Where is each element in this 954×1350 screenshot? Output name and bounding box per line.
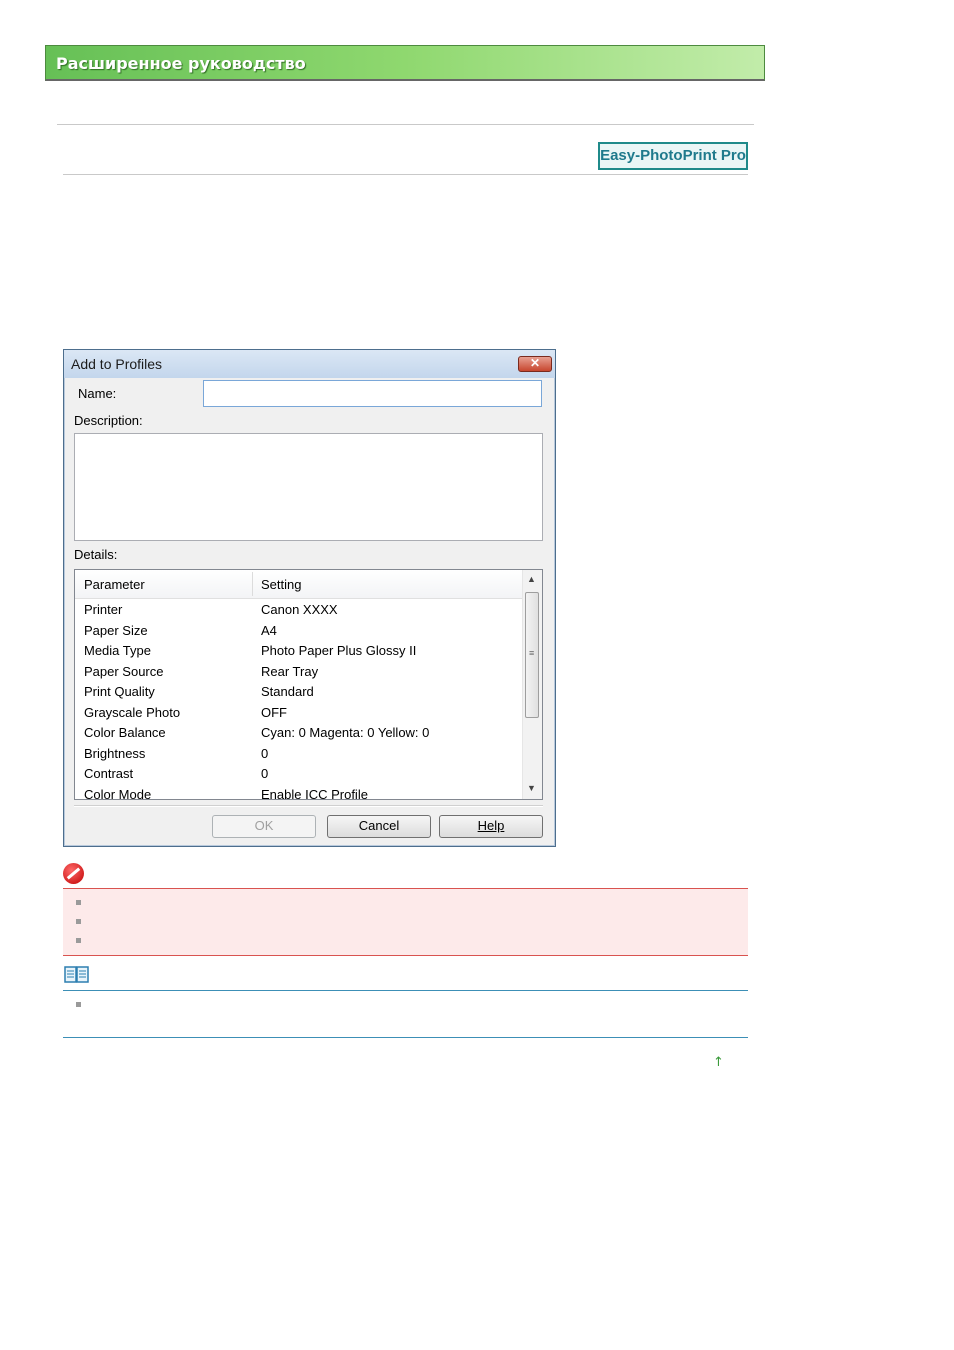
table-row[interactable]: Contrast 0 [75, 765, 522, 786]
note-rule-top [63, 990, 748, 991]
parameter-cell: Color Balance [84, 725, 166, 740]
description-label: Description: [74, 413, 143, 428]
parameter-cell: Printer [84, 602, 123, 617]
details-column-headers: Parameter Setting [75, 570, 522, 599]
table-row[interactable]: Brightness 0 [75, 745, 522, 766]
parameter-cell: Paper Size [84, 622, 148, 638]
note-book-icon [64, 966, 90, 984]
setting-cell: Standard [261, 684, 314, 699]
note-bullet [76, 1002, 81, 1007]
setting-cell: OFF [261, 704, 287, 720]
divider-top [57, 124, 754, 125]
parameter-cell: Color Mode [84, 786, 152, 800]
grip-icon: ≡ [529, 648, 535, 658]
setting-cell: 0 [261, 745, 269, 761]
divider-under-badge [63, 174, 748, 175]
note-rule-bottom [63, 1037, 748, 1038]
table-row[interactable]: Media Type Photo Paper Plus Glossy II [75, 642, 522, 663]
details-scrollbar[interactable]: ▲ ≡ ▼ [522, 570, 542, 799]
parameter-cell: Print Quality [84, 684, 155, 699]
cancel-button[interactable]: Cancel [327, 815, 431, 838]
parameter-cell: Grayscale Photo [84, 704, 181, 720]
parameter-cell: Paper Source [84, 663, 164, 679]
caution-icon [63, 863, 84, 884]
description-textarea[interactable] [74, 433, 543, 541]
caution-bullet [76, 919, 81, 924]
scroll-down-icon[interactable]: ▼ [527, 783, 536, 793]
name-input[interactable] [203, 380, 542, 407]
setting-cell: A4 [261, 622, 277, 638]
manual-header-bar: Расширенное руководство [45, 45, 765, 81]
manual-title: Расширенное руководство [56, 54, 306, 73]
ok-button[interactable]: OK [212, 815, 316, 838]
setting-cell: Enable ICC Profile [261, 786, 368, 800]
table-row[interactable]: Color Mode Enable ICC Profile [75, 786, 522, 800]
parameter-cell: Contrast [84, 766, 134, 781]
details-rows: Printer Canon XXXX Paper Size A4 Media Typ… [75, 601, 522, 800]
details-list[interactable]: Parameter Setting Printer Canon XXXX Pape… [74, 569, 543, 800]
table-row[interactable]: Paper Source Rear Tray [75, 663, 522, 684]
caution-bullet [76, 900, 81, 905]
column-divider[interactable] [252, 572, 253, 596]
column-header-parameter[interactable]: Parameter [84, 577, 145, 592]
help-button[interactable]: Help [439, 815, 543, 838]
details-label: Details: [74, 547, 118, 562]
app-badge-easy-photoprint-pro: Easy-PhotoPrint Pro [598, 142, 748, 170]
parameter-cell: Brightness [84, 745, 146, 761]
dialog-title: Add to Profiles [71, 356, 163, 372]
table-row[interactable]: Printer Canon XXXX [75, 601, 522, 622]
caution-bullet [76, 938, 81, 943]
setting-cell: Photo Paper Plus Glossy II [261, 643, 417, 658]
table-row[interactable]: Paper Size A4 [75, 622, 522, 643]
setting-cell: 0 [261, 766, 269, 781]
name-label: Name: [78, 386, 117, 401]
close-icon[interactable]: ✕ [518, 356, 552, 372]
add-to-profiles-dialog: Add to Profiles ✕ Name: Description: Det… [63, 349, 556, 847]
scrollbar-thumb[interactable]: ≡ [525, 592, 539, 718]
dialog-titlebar[interactable]: Add to Profiles ✕ [64, 350, 555, 378]
caution-box [63, 888, 748, 956]
setting-cell: Canon XXXX [261, 602, 338, 617]
setting-cell: Rear Tray [261, 663, 319, 679]
table-row[interactable]: Grayscale Photo OFF [75, 704, 522, 725]
setting-cell: Cyan: 0 Magenta: 0 Yellow: 0 [261, 725, 430, 740]
table-row[interactable]: Color Balance Cyan: 0 Magenta: 0 Yellow: … [75, 724, 522, 745]
scroll-up-icon[interactable]: ▲ [527, 574, 536, 584]
back-to-top-link[interactable]: ↑ [713, 1055, 724, 1070]
table-row[interactable]: Print Quality Standard [75, 683, 522, 704]
column-header-setting[interactable]: Setting [261, 577, 301, 592]
buttons-separator [74, 805, 543, 807]
parameter-cell: Media Type [84, 643, 151, 658]
